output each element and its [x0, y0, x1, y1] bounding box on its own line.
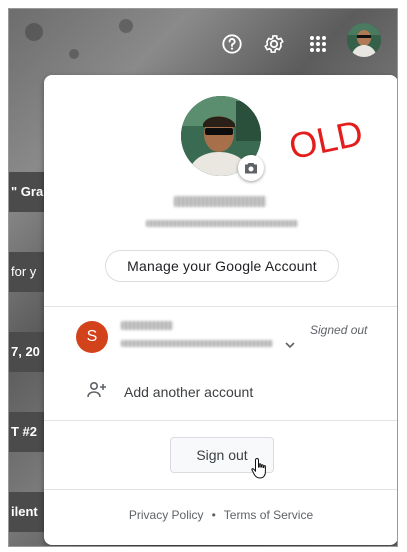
terms-of-service-link[interactable]: Terms of Service	[224, 508, 313, 522]
help-icon[interactable]	[219, 31, 245, 57]
account-avatar-s: S	[76, 321, 108, 353]
chevron-down-icon[interactable]	[282, 337, 298, 353]
gear-icon[interactable]	[261, 31, 287, 57]
add-another-account-label: Add another account	[124, 384, 254, 400]
footer-separator: •	[211, 508, 216, 522]
account-avatar-button[interactable]	[347, 23, 381, 57]
change-photo-camera-icon[interactable]	[238, 155, 264, 181]
redacted-other-account-name	[121, 321, 173, 330]
manage-google-account-button[interactable]: Manage your Google Account	[105, 250, 339, 282]
moon-crater	[25, 23, 43, 41]
redacted-account-name	[174, 196, 266, 207]
footer-links: Privacy Policy • Terms of Service	[44, 508, 397, 522]
redacted-other-account-email	[121, 340, 273, 347]
signed-out-status: Signed out	[310, 323, 368, 337]
hand-pointer-cursor-icon	[251, 457, 269, 484]
apps-grid-icon[interactable]	[305, 31, 331, 57]
divider	[44, 306, 397, 307]
moon-crater	[69, 49, 79, 59]
redacted-account-email	[146, 220, 298, 227]
privacy-policy-link[interactable]: Privacy Policy	[129, 508, 204, 522]
divider	[44, 420, 397, 421]
add-person-icon	[86, 381, 108, 404]
divider	[44, 489, 397, 490]
account-menu-panel: OLD Manage your Google Account S Signed …	[44, 75, 397, 545]
gmail-background: " Gra for y 7, 20 T #2 ilent OLD Manage …	[8, 8, 398, 547]
moon-crater	[119, 19, 133, 33]
old-annotation: OLD	[285, 111, 367, 168]
add-another-account-row[interactable]: Add another account	[86, 379, 386, 405]
